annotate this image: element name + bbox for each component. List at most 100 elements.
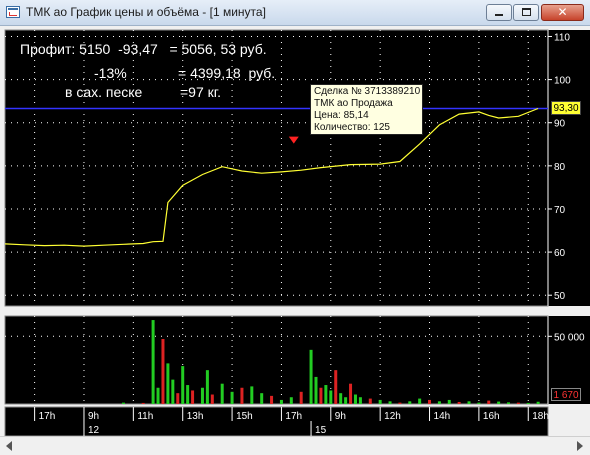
time-day-label: 12 <box>88 425 100 436</box>
volume-bar <box>334 370 338 404</box>
time-hour-label: 15h <box>236 411 253 422</box>
volume-bar <box>205 370 209 404</box>
volume-bar <box>151 320 155 404</box>
time-hour-label: 12h <box>384 411 401 422</box>
volume-panel <box>4 315 549 405</box>
volume-bar <box>191 390 195 404</box>
volume-bar <box>457 401 461 404</box>
time-hour-label: 14h <box>434 411 451 422</box>
profit-note-line-3-value: =97 кг. <box>180 84 222 100</box>
price-tick-label: 80 <box>554 162 566 173</box>
chart-app-icon <box>6 6 20 18</box>
volume-bar <box>270 395 274 404</box>
volume-bar <box>289 397 293 404</box>
time-axis-panel <box>4 406 549 436</box>
volume-bar <box>176 393 180 404</box>
volume-bar <box>240 387 244 404</box>
price-tick-label: 60 <box>554 248 566 259</box>
minimize-icon <box>495 14 503 16</box>
volume-bar <box>230 391 234 404</box>
volume-bar <box>353 394 357 404</box>
volume-bar <box>156 387 160 404</box>
time-hour-label: 17h <box>39 411 56 422</box>
volume-bar <box>166 363 170 404</box>
profit-note-line-2: -13% <box>94 65 127 81</box>
minimize-button[interactable] <box>486 4 512 21</box>
scroll-left-icon[interactable] <box>6 441 12 451</box>
volume-bar <box>339 393 343 404</box>
time-hour-label: 9h <box>335 411 346 422</box>
price-tick-label: 100 <box>554 76 571 87</box>
volume-bar <box>516 402 520 404</box>
volume-bar <box>141 402 145 404</box>
volume-bar <box>260 393 264 404</box>
volume-bar <box>181 366 185 404</box>
volume-bar <box>497 401 501 404</box>
volume-bar <box>477 402 481 404</box>
volume-bar <box>358 397 362 404</box>
time-hour-label: 16h <box>483 411 500 422</box>
volume-bar <box>378 399 382 404</box>
volume-bar <box>467 401 471 404</box>
volume-bar <box>437 401 441 404</box>
time-hour-label: 13h <box>187 411 204 422</box>
volume-bar <box>210 394 214 404</box>
volume-bar <box>250 386 254 404</box>
volume-bar <box>536 401 540 404</box>
time-hour-label: 17h <box>285 411 302 422</box>
current-volume-tag: 1 670 <box>551 388 581 401</box>
volume-bar <box>418 398 422 404</box>
trade-tooltip: Сделка № 3713389210 ТМК ао Продажа Цена:… <box>310 84 423 135</box>
volume-bar <box>279 399 283 404</box>
volume-bar <box>186 385 190 404</box>
maximize-button[interactable] <box>513 4 539 21</box>
window-title: ТМК ао График цены и объёма - [1 минута] <box>26 5 266 19</box>
price-tick-label: 90 <box>554 119 566 130</box>
volume-bar <box>507 402 511 404</box>
profit-note-line-3: в сах. песке <box>65 84 143 100</box>
volume-bar <box>309 349 313 404</box>
volume-bar <box>329 390 333 404</box>
current-price-tag: 93,30 <box>551 101 581 115</box>
time-hour-label: 9h <box>88 411 99 422</box>
volume-bar <box>200 387 204 404</box>
time-hour-label: 11h <box>137 411 153 422</box>
time-day-label: 15 <box>315 425 327 436</box>
volume-bar <box>161 339 165 404</box>
tooltip-trade-price: Цена: 85,14 <box>314 110 369 121</box>
close-button[interactable]: ✕ <box>541 4 584 21</box>
volume-bar <box>526 402 530 404</box>
volume-bar <box>388 401 392 404</box>
volume-bar <box>324 385 328 404</box>
volume-bar <box>314 376 318 404</box>
maximize-icon <box>521 8 531 16</box>
close-icon: ✕ <box>557 5 568 19</box>
volume-bar <box>344 397 348 404</box>
title-bar: ТМК ао График цены и объёма - [1 минута]… <box>0 0 590 26</box>
horizontal-scrollbar[interactable] <box>0 436 590 455</box>
profit-note-line-1: Профит: 5150 -93,47 = 5056, 53 руб. <box>20 41 267 57</box>
volume-bar <box>447 399 451 404</box>
tooltip-trade-number: Сделка № 3713389210 <box>314 86 421 97</box>
volume-bar <box>171 379 175 404</box>
volume-bar <box>398 402 402 404</box>
price-tick-label: 110 <box>554 32 570 43</box>
volume-bar <box>319 387 323 404</box>
volume-bar <box>299 391 303 404</box>
tooltip-trade-side: ТМК ао Продажа <box>314 98 393 109</box>
volume-tick-label: 50 000 <box>554 332 585 343</box>
volume-bar <box>487 400 491 404</box>
time-hour-label: 18h <box>532 411 549 422</box>
volume-bar <box>220 383 224 404</box>
price-panel <box>4 29 549 307</box>
price-tick-label: 50 <box>554 291 566 302</box>
price-tick-label: 70 <box>554 205 566 216</box>
volume-bar <box>408 401 412 404</box>
scroll-right-icon[interactable] <box>577 441 583 451</box>
volume-bar <box>349 383 353 404</box>
volume-bar <box>368 398 372 404</box>
volume-bar <box>121 402 125 404</box>
profit-note-line-2-value: = 4399,18 руб. <box>178 65 276 81</box>
volume-bar <box>428 399 432 404</box>
tooltip-trade-quantity: Количество: 125 <box>314 122 390 133</box>
